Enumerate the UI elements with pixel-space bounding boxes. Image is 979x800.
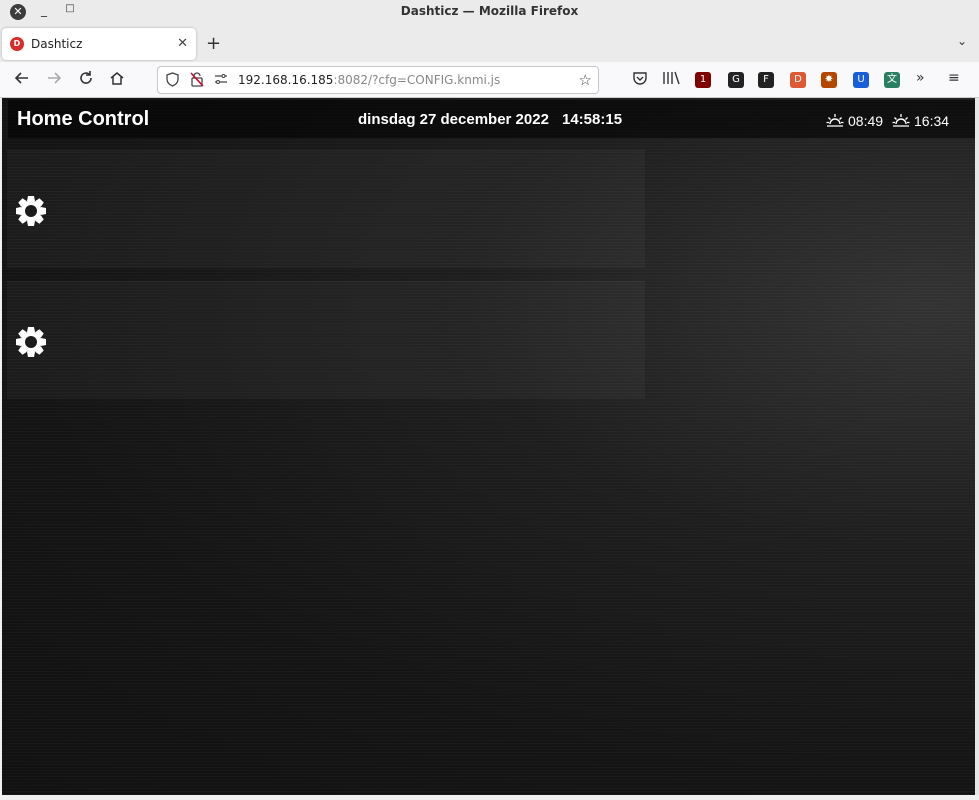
dashboard-page: Home Control dinsdag 27 december 2022 14…: [2, 98, 975, 795]
page-title: Home Control: [17, 108, 150, 130]
url-host: 192.168.16.185: [238, 73, 334, 87]
sunset-time: 16:34: [914, 113, 950, 129]
tab-list-button[interactable]: ⌄: [957, 34, 967, 48]
url-text[interactable]: 192.168.16.185:8082/?cfg=CONFIG.knmi.js: [238, 73, 500, 87]
knmi-block-2: [7, 281, 645, 399]
reload-icon: [80, 71, 92, 84]
duckduckgo-icon[interactable]: D: [790, 72, 806, 88]
new-tab-button[interactable]: +: [206, 33, 221, 54]
back-arrow-icon: [14, 72, 28, 84]
current-date: dinsdag 27 december 2022: [358, 111, 549, 128]
forward-arrow-icon: [48, 72, 62, 84]
forward-button[interactable]: [44, 70, 64, 90]
sunrise-time: 08:49: [848, 113, 884, 129]
shield-icon[interactable]: [166, 72, 179, 91]
gear-icon: [16, 327, 46, 357]
overflow-menu-icon[interactable]: »: [916, 70, 925, 86]
current-time: 14:58:15: [562, 111, 623, 128]
back-button[interactable]: [12, 70, 32, 90]
tab-close-button[interactable]: ✕: [177, 36, 188, 51]
dashticz-favicon-icon: D: [10, 37, 24, 51]
page-scrollbar[interactable]: [975, 98, 979, 795]
library-icon[interactable]: [662, 70, 680, 90]
gear-icon: [16, 196, 46, 226]
translate-icon[interactable]: 文: [884, 72, 900, 88]
insecure-lock-icon[interactable]: [190, 72, 204, 91]
home-button[interactable]: [107, 70, 127, 90]
tab-dashticz[interactable]: D Dashticz ✕: [2, 28, 196, 60]
pocket-icon[interactable]: [632, 70, 648, 90]
bitwarden-icon[interactable]: U: [853, 72, 869, 88]
tab-title: Dashticz: [31, 37, 83, 51]
window-titlebar: ✕ _ □ Dashticz — Mozilla Firefox: [0, 0, 979, 24]
window-title: Dashticz — Mozilla Firefox: [400, 4, 579, 18]
hamburger-menu-icon[interactable]: ≡: [948, 70, 960, 86]
f-icon[interactable]: F: [758, 72, 774, 88]
knmi-block-1: [7, 150, 645, 268]
url-bar[interactable]: 192.168.16.185:8082/?cfg=CONFIG.knmi.js …: [157, 66, 599, 94]
permissions-icon[interactable]: [214, 72, 228, 90]
bookmark-star-icon[interactable]: ☆: [579, 71, 592, 89]
sunrise-widget: 08:49: [826, 113, 883, 129]
sunset-icon: [892, 114, 910, 127]
navigation-bar: 192.168.16.185:8082/?cfg=CONFIG.knmi.js …: [0, 62, 979, 98]
reload-button[interactable]: [76, 70, 96, 90]
dashboard-header: Home Control dinsdag 27 december 2022 14…: [8, 100, 975, 138]
sunset-widget: 16:34: [892, 113, 949, 129]
settings-ext-icon[interactable]: ✸: [821, 72, 837, 88]
sunrise-icon: [826, 114, 844, 127]
url-path: :8082/?cfg=CONFIG.knmi.js: [333, 73, 501, 87]
gnome-icon[interactable]: G: [728, 72, 744, 88]
ublock-icon[interactable]: 1: [695, 72, 711, 88]
home-icon: [110, 72, 124, 85]
tab-strip: D Dashticz ✕ + ⌄: [0, 24, 979, 62]
